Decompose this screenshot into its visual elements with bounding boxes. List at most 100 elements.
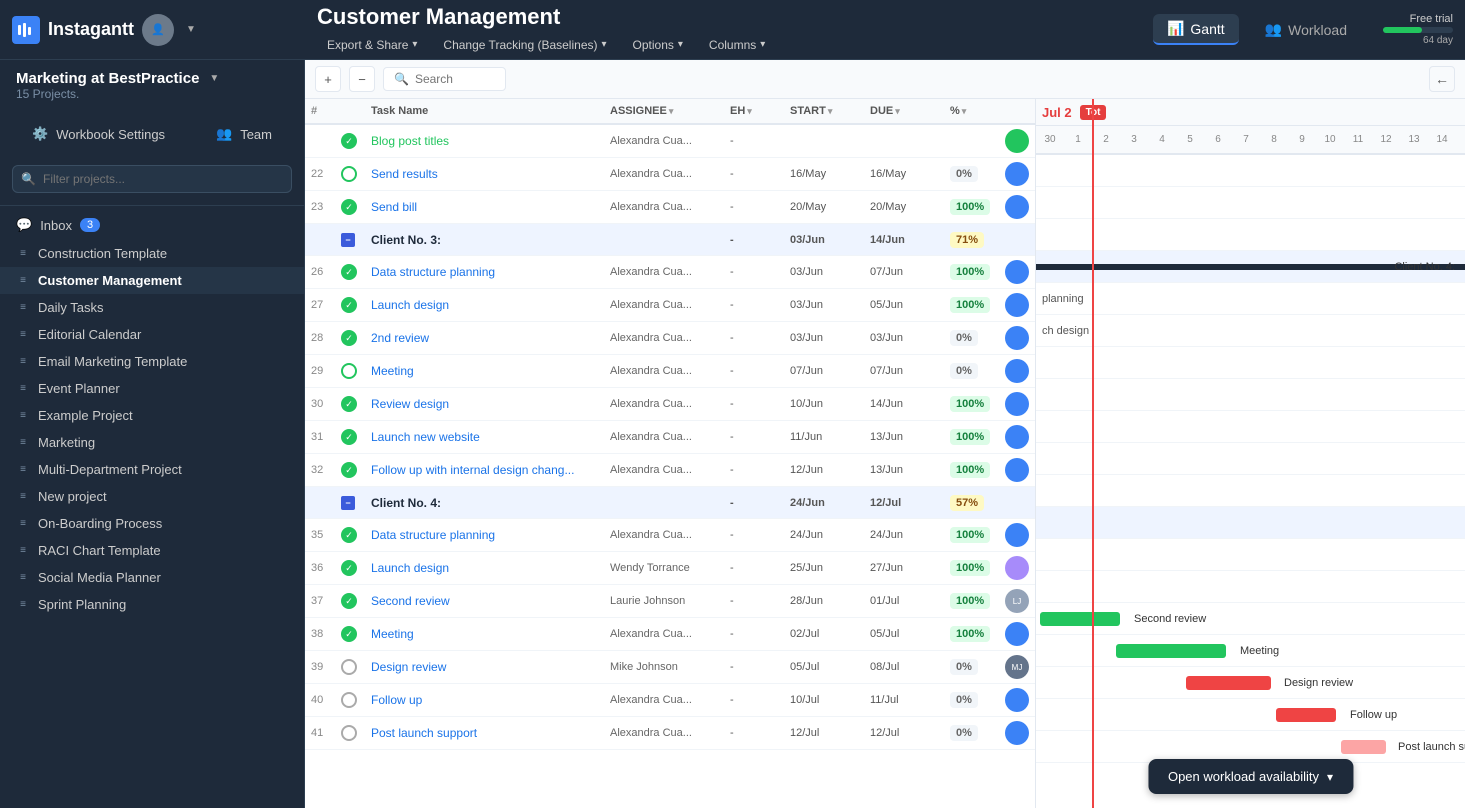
- workload-btn-arrow: ▾: [1327, 770, 1333, 784]
- gantt-bar-label: Design review: [1284, 677, 1353, 689]
- back-nav-button[interactable]: ←: [1429, 66, 1455, 92]
- task-table-body: ✓ Blog post titles Alexandra Cua... - 22: [305, 125, 1035, 808]
- gantt-icon: 📊: [1167, 20, 1184, 37]
- table-row: 28 ✓ 2nd review Alexandra Cua... - 03/Ju…: [305, 322, 1035, 355]
- percent-badge: 100%: [950, 429, 990, 445]
- gantt-row: [1036, 155, 1465, 187]
- tab-gantt[interactable]: 📊 Gantt: [1153, 14, 1239, 45]
- sidebar-item-team[interactable]: 👥 Team: [200, 119, 288, 149]
- sidebar-item-raci-chart[interactable]: ≡ RACI Chart Template: [0, 537, 304, 564]
- sidebar-item-sprint-planning[interactable]: ≡ Sprint Planning: [0, 591, 304, 618]
- gantt-row: [1036, 379, 1465, 411]
- col-task-name: Task Name: [365, 99, 604, 123]
- sidebar-item-social-media[interactable]: ≡ Social Media Planner: [0, 564, 304, 591]
- col-avatar: [999, 99, 1035, 123]
- content-area: + − 🔍 ← # Task Name ASSIGNEE ▾ EH ▾ STAR…: [305, 60, 1465, 808]
- status-icon: ✓: [341, 264, 357, 280]
- add-task-button[interactable]: +: [315, 66, 341, 92]
- sidebar-item-new-project[interactable]: ≡ New project: [0, 483, 304, 510]
- workspace-dropdown-arrow[interactable]: ▼: [186, 24, 196, 35]
- sidebar-item-construction-template[interactable]: ≡ Construction Template: [0, 240, 304, 267]
- sidebar-item-editorial-calendar[interactable]: ≡ Editorial Calendar: [0, 321, 304, 348]
- table-row: 22 Send results Alexandra Cua... - 16/Ma…: [305, 158, 1035, 191]
- sidebar-item-inbox[interactable]: 💬 Inbox 3: [0, 210, 304, 240]
- table-row: 37 ✓ Second review Laurie Johnson - 28/J…: [305, 585, 1035, 618]
- status-icon: [341, 363, 357, 379]
- list-icon: ≡: [16, 301, 30, 315]
- columns-button[interactable]: Columns ▾: [699, 34, 775, 56]
- group-collapse-icon[interactable]: −: [341, 496, 355, 510]
- status-icon: ✓: [341, 396, 357, 412]
- status-icon: ✓: [341, 429, 357, 445]
- percent-badge: 0%: [950, 692, 978, 708]
- group-row-client4[interactable]: − Client No. 4: - 24/Jun 12/Jul 57%: [305, 487, 1035, 519]
- user-avatar[interactable]: 👤: [142, 14, 174, 46]
- gantt-row: [1036, 187, 1465, 219]
- table-row: 41 Post launch support Alexandra Cua... …: [305, 717, 1035, 750]
- filter-search-icon: 🔍: [21, 172, 36, 186]
- gantt-month-label: Jul 2: [1042, 105, 1072, 120]
- list-icon: ≡: [16, 247, 30, 261]
- list-icon: ≡: [16, 571, 30, 585]
- avatar: [1005, 359, 1029, 383]
- workspace-name-arrow[interactable]: ▼: [209, 73, 219, 84]
- collapse-button[interactable]: −: [349, 66, 375, 92]
- tab-workload[interactable]: 👥 Workload: [1251, 15, 1361, 44]
- gantt-row: [1036, 571, 1465, 603]
- table-row: 32 ✓ Follow up with internal design chan…: [305, 454, 1035, 487]
- sidebar-item-marketing[interactable]: ≡ Marketing: [0, 429, 304, 456]
- table-row: 40 Follow up Alexandra Cua... - 10/Jul 1…: [305, 684, 1035, 717]
- table-row: 38 ✓ Meeting Alexandra Cua... - 02/Jul 0…: [305, 618, 1035, 651]
- group-row-client3[interactable]: − Client No. 3: - 03/Jun 14/Jun 71%: [305, 224, 1035, 256]
- gantt-bar-post-launch: [1341, 740, 1386, 754]
- gantt-header: Jul 2 Tot 30 1 2 3 4 5 6 7 8 9: [1036, 99, 1465, 155]
- percent-badge: 71%: [950, 232, 984, 248]
- gantt-days-row: 30 1 2 3 4 5 6 7 8 9 10 11 12 13: [1036, 126, 1465, 153]
- options-button[interactable]: Options ▾: [623, 34, 693, 56]
- status-icon: [341, 659, 357, 675]
- status-icon: ✓: [341, 527, 357, 543]
- workspace-sub: 15 Projects.: [16, 87, 288, 101]
- gantt-row: Client No. 4:: [1036, 251, 1465, 283]
- gantt-row: Second review: [1036, 603, 1465, 635]
- workload-availability-button[interactable]: Open workload availability ▾: [1148, 759, 1353, 794]
- gantt-row: Design review: [1036, 667, 1465, 699]
- table-row: 26 ✓ Data structure planning Alexandra C…: [305, 256, 1035, 289]
- gantt-bar-label: Post launch su...: [1398, 741, 1465, 753]
- percent-badge: 0%: [950, 363, 978, 379]
- change-tracking-button[interactable]: Change Tracking (Baselines) ▾: [433, 34, 616, 56]
- gantt-row: [1036, 539, 1465, 571]
- percent-badge: 100%: [950, 593, 990, 609]
- search-input[interactable]: [415, 72, 495, 86]
- sidebar-item-multi-department[interactable]: ≡ Multi-Department Project: [0, 456, 304, 483]
- status-icon: [341, 692, 357, 708]
- list-icon: ≡: [16, 274, 30, 288]
- avatar: [1005, 326, 1029, 350]
- gantt-row: ch design: [1036, 315, 1465, 347]
- percent-badge: 100%: [950, 297, 990, 313]
- percent-badge: 100%: [950, 527, 990, 543]
- sidebar-item-example-project[interactable]: ≡ Example Project: [0, 402, 304, 429]
- sidebar-item-event-planner[interactable]: ≡ Event Planner: [0, 375, 304, 402]
- header-left: Customer Management Export & Share ▾ Cha…: [317, 4, 775, 56]
- header-right: 📊 Gantt 👥 Workload Free trial 64 day: [1153, 13, 1453, 46]
- table-row: 35 ✓ Data structure planning Alexandra C…: [305, 519, 1035, 552]
- sidebar-item-daily-tasks[interactable]: ≡ Daily Tasks: [0, 294, 304, 321]
- list-icon: ≡: [16, 544, 30, 558]
- sidebar-item-email-marketing-template[interactable]: ≡ Email Marketing Template: [0, 348, 304, 375]
- avatar: [1005, 458, 1029, 482]
- sidebar-item-workbook-settings[interactable]: ⚙️ Workbook Settings: [16, 119, 181, 149]
- gantt-client-label: Client No. 4:: [1394, 261, 1455, 273]
- options-arrow: ▾: [678, 39, 683, 50]
- gantt-bar-label: Second review: [1134, 613, 1206, 625]
- col-status: [335, 99, 365, 123]
- avatar: [1005, 556, 1029, 580]
- filter-input[interactable]: [12, 165, 292, 193]
- percent-badge: 100%: [950, 626, 990, 642]
- export-share-button[interactable]: Export & Share ▾: [317, 34, 427, 56]
- group-collapse-icon[interactable]: −: [341, 233, 355, 247]
- sidebar-item-customer-management[interactable]: ≡ Customer Management: [0, 267, 304, 294]
- sidebar-item-on-boarding[interactable]: ≡ On-Boarding Process: [0, 510, 304, 537]
- gantt-day: 3: [1120, 134, 1148, 145]
- workspace-name[interactable]: Marketing at BestPractice ▼: [16, 70, 288, 87]
